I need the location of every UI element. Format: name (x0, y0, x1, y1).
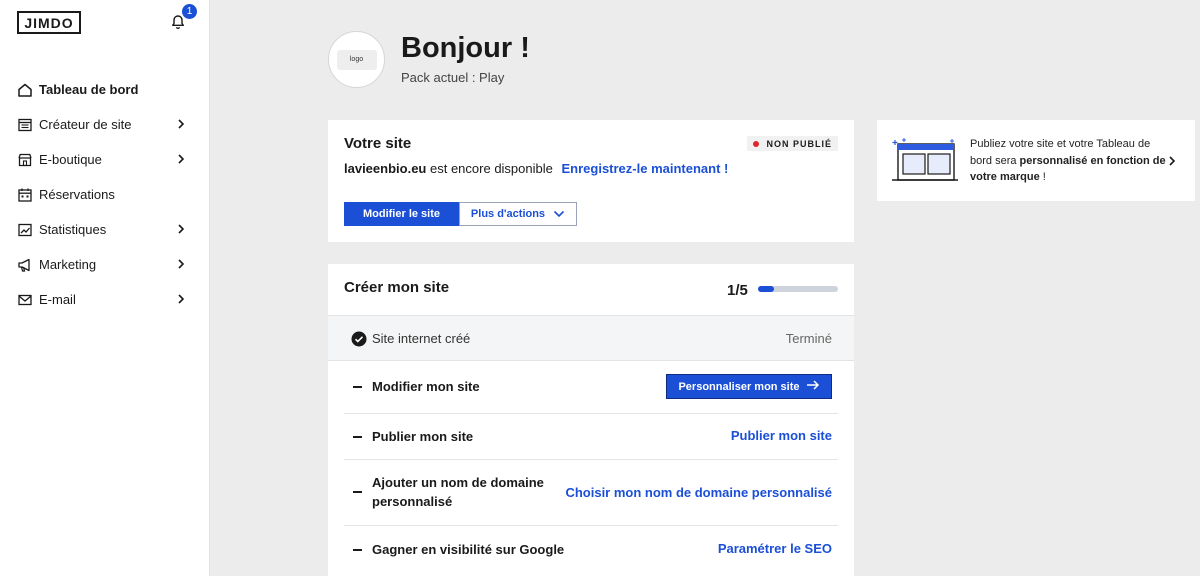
register-domain-link[interactable]: Enregistrez-le maintenant ! (561, 161, 728, 176)
chevron-right-icon (176, 258, 186, 270)
customize-site-label: Personnaliser mon site (678, 380, 800, 393)
dash-icon (353, 549, 362, 551)
customize-site-button[interactable]: Personnaliser mon site (666, 374, 832, 399)
mail-icon (17, 292, 33, 308)
completed-step-label: Site internet créé (372, 331, 471, 346)
sidebar-item-marketing[interactable]: Marketing (0, 247, 210, 282)
sidebar-item-label: Statistiques (39, 222, 107, 237)
logo-placeholder: logo (336, 49, 377, 70)
seo-settings-link[interactable]: Paramétrer le SEO (718, 541, 832, 556)
checklist-task-modifier: Modifier mon site Personnaliser mon site (344, 361, 838, 414)
sidebar-item-createur-de-site[interactable]: Créateur de site (0, 107, 210, 142)
check-circle-icon (351, 331, 367, 347)
website-illustration-icon (892, 138, 958, 184)
jimdo-logo[interactable]: JIMDO (17, 11, 81, 34)
checklist-progress-label: 1/5 (727, 282, 748, 299)
current-plan: Pack actuel : Play (401, 70, 505, 85)
sidebar-item-label: Créateur de site (39, 117, 132, 132)
domain-name: lavieenbio.eu (344, 161, 427, 176)
notification-badge: 1 (182, 4, 197, 19)
chevron-right-icon (176, 223, 186, 235)
task-label: Publier mon site (372, 429, 474, 444)
domain-availability: lavieenbio.eu est encore disponible Enre… (344, 161, 728, 176)
domain-suffix: est encore disponible (430, 161, 553, 176)
sidebar-item-tableau-de-bord[interactable]: Tableau de bord (0, 72, 210, 107)
more-actions-label: Plus d'actions (470, 208, 546, 220)
sidebar-item-statistiques[interactable]: Statistiques (0, 212, 210, 247)
site-card: Votre site NON PUBLIÉ lavieenbio.eu est … (328, 120, 854, 242)
sidebar-item-label: Tableau de bord (39, 82, 139, 97)
task-label: Modifier mon site (372, 379, 480, 394)
checklist-task-seo: Gagner en visibilité sur Google Paramétr… (344, 526, 838, 576)
chevron-right-icon (176, 153, 186, 165)
task-label: Gagner en visibilité sur Google (372, 542, 565, 557)
checklist-task-domaine: Ajouter un nom de domaine personnalisé C… (344, 460, 838, 526)
dash-icon (353, 386, 362, 388)
more-actions-button[interactable]: Plus d'actions (459, 202, 577, 226)
sidebar-item-e-mail[interactable]: E-mail (0, 282, 210, 317)
status-label: NON PUBLIÉ (766, 138, 832, 149)
site-logo-avatar[interactable]: logo (328, 31, 385, 88)
chevron-right-icon (176, 293, 186, 305)
sidebar: JIMDO 1 Tableau de bord Créateur de site… (0, 0, 210, 576)
chevron-down-icon (553, 210, 565, 218)
choose-domain-link[interactable]: Choisir mon nom de domaine personnalisé (565, 485, 832, 500)
site-card-title: Votre site (344, 135, 412, 152)
progress-bar-fill (758, 286, 774, 292)
home-icon (17, 82, 33, 98)
status-badge: NON PUBLIÉ (747, 136, 838, 151)
completed-step-state: Terminé (785, 331, 832, 346)
checklist-task-publier: Publier mon site Publier mon site (344, 414, 838, 460)
edit-site-button[interactable]: Modifier le site (344, 202, 459, 226)
calendar-icon (17, 187, 33, 203)
setup-checklist-card: Créer mon site 1/5 Site internet créé Te… (328, 264, 854, 576)
sidebar-item-e-boutique[interactable]: E-boutique (0, 142, 210, 177)
megaphone-icon (17, 257, 33, 273)
completed-step-row: Site internet créé Terminé (328, 315, 854, 361)
layout-icon (17, 117, 33, 133)
store-icon (17, 152, 33, 168)
chevron-right-icon (1167, 154, 1177, 166)
sidebar-item-label: Réservations (39, 187, 115, 202)
publish-site-link[interactable]: Publier mon site (731, 428, 832, 443)
status-dot-icon (753, 140, 760, 147)
promo-text: Publiez votre site et votre Tableau de b… (970, 136, 1170, 186)
sidebar-item-label: E-mail (39, 292, 76, 307)
sidebar-item-reservations[interactable]: Réservations (0, 177, 210, 212)
dash-icon (353, 436, 362, 438)
arrow-right-icon (806, 380, 820, 393)
dash-icon (353, 491, 362, 493)
promo-text-end: ! (1042, 171, 1046, 183)
page-title: Bonjour ! (401, 32, 530, 64)
progress-bar (758, 286, 838, 292)
publish-promo-card[interactable]: Publiez votre site et votre Tableau de b… (877, 120, 1195, 201)
checklist-title: Créer mon site (344, 279, 450, 296)
chart-icon (17, 222, 33, 238)
sidebar-item-label: E-boutique (39, 152, 102, 167)
sidebar-nav: Tableau de bord Créateur de site E-bouti… (0, 72, 210, 317)
chevron-right-icon (176, 118, 186, 130)
sidebar-item-label: Marketing (39, 257, 97, 272)
task-label: Ajouter un nom de domaine personnalisé (372, 475, 544, 509)
